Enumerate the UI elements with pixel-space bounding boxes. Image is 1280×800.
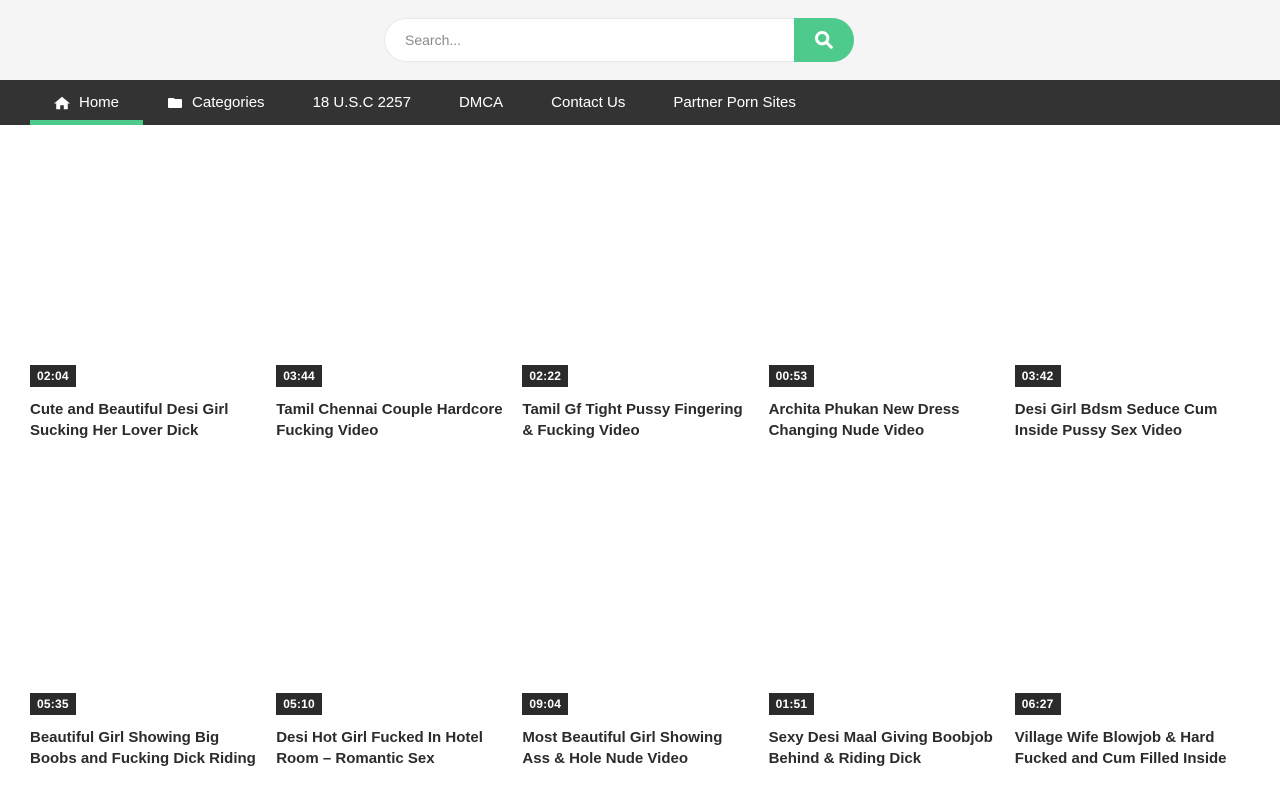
video-card[interactable]: 03:44 Tamil Chennai Couple Hardcore Fuck… xyxy=(276,145,506,441)
search-form xyxy=(384,18,854,62)
video-card[interactable]: 02:22 Tamil Gf Tight Pussy Fingering & F… xyxy=(522,145,752,441)
nav-item-contact-us[interactable]: Contact Us xyxy=(527,80,649,125)
video-thumbnail[interactable]: 06:27 xyxy=(1015,473,1245,718)
video-title[interactable]: Sexy Desi Maal Giving Boobjob Behind & R… xyxy=(769,727,999,769)
video-thumbnail[interactable]: 01:51 xyxy=(769,473,999,718)
duration-badge: 05:35 xyxy=(30,693,76,715)
video-thumbnail[interactable]: 02:22 xyxy=(522,145,752,390)
duration-badge: 06:27 xyxy=(1015,693,1061,715)
video-title[interactable]: Desi Hot Girl Fucked In Hotel Room – Rom… xyxy=(276,727,506,769)
video-thumbnail[interactable]: 02:04 xyxy=(30,145,260,390)
video-title[interactable]: Archita Phukan New Dress Changing Nude V… xyxy=(769,399,999,441)
nav-item-label: Home xyxy=(79,80,119,125)
video-grid: 02:04 Cute and Beautiful Desi Girl Sucki… xyxy=(0,125,1280,769)
duration-badge: 02:22 xyxy=(522,365,568,387)
video-card[interactable]: 05:10 Desi Hot Girl Fucked In Hotel Room… xyxy=(276,473,506,769)
nav-item-home[interactable]: Home xyxy=(30,80,143,125)
duration-badge: 01:51 xyxy=(769,693,815,715)
video-card[interactable]: 09:04 Most Beautiful Girl Showing Ass & … xyxy=(522,473,752,769)
nav-item-dmca[interactable]: DMCA xyxy=(435,80,527,125)
nav-item-partner-sites[interactable]: Partner Porn Sites xyxy=(649,80,820,125)
video-thumbnail[interactable]: 03:44 xyxy=(276,145,506,390)
main-nav: Home Categories 18 U.S.C 2257 DMCA Conta… xyxy=(0,80,1280,125)
video-thumbnail[interactable]: 03:42 xyxy=(1015,145,1245,390)
nav-item-label: DMCA xyxy=(459,80,503,125)
duration-badge: 02:04 xyxy=(30,365,76,387)
video-title[interactable]: Village Wife Blowjob & Hard Fucked and C… xyxy=(1015,727,1245,769)
video-card[interactable]: 03:42 Desi Girl Bdsm Seduce Cum Inside P… xyxy=(1015,145,1245,441)
video-card[interactable]: 01:51 Sexy Desi Maal Giving Boobjob Behi… xyxy=(769,473,999,769)
video-card[interactable]: 00:53 Archita Phukan New Dress Changing … xyxy=(769,145,999,441)
search-icon xyxy=(813,29,835,51)
video-title[interactable]: Tamil Gf Tight Pussy Fingering & Fucking… xyxy=(522,399,752,441)
nav-item-label: Contact Us xyxy=(551,80,625,125)
search-button[interactable] xyxy=(794,18,854,62)
video-title[interactable]: Cute and Beautiful Desi Girl Sucking Her… xyxy=(30,399,260,441)
duration-badge: 00:53 xyxy=(769,365,815,387)
top-header xyxy=(0,0,1280,80)
video-title[interactable]: Most Beautiful Girl Showing Ass & Hole N… xyxy=(522,727,752,769)
video-card[interactable]: 06:27 Village Wife Blowjob & Hard Fucked… xyxy=(1015,473,1245,769)
folder-icon xyxy=(167,95,183,111)
nav-item-label: 18 U.S.C 2257 xyxy=(313,80,411,125)
nav-item-2257[interactable]: 18 U.S.C 2257 xyxy=(289,80,435,125)
video-title[interactable]: Tamil Chennai Couple Hardcore Fucking Vi… xyxy=(276,399,506,441)
video-title[interactable]: Desi Girl Bdsm Seduce Cum Inside Pussy S… xyxy=(1015,399,1245,441)
nav-item-label: Partner Porn Sites xyxy=(673,80,796,125)
video-thumbnail[interactable]: 00:53 xyxy=(769,145,999,390)
video-thumbnail[interactable]: 09:04 xyxy=(522,473,752,718)
duration-badge: 05:10 xyxy=(276,693,322,715)
video-title[interactable]: Beautiful Girl Showing Big Boobs and Fuc… xyxy=(30,727,260,769)
duration-badge: 09:04 xyxy=(522,693,568,715)
video-card[interactable]: 02:04 Cute and Beautiful Desi Girl Sucki… xyxy=(30,145,260,441)
video-card[interactable]: 05:35 Beautiful Girl Showing Big Boobs a… xyxy=(30,473,260,769)
nav-item-label: Categories xyxy=(192,80,265,125)
home-icon xyxy=(54,95,70,111)
duration-badge: 03:42 xyxy=(1015,365,1061,387)
nav-item-categories[interactable]: Categories xyxy=(143,80,289,125)
video-thumbnail[interactable]: 05:10 xyxy=(276,473,506,718)
search-input[interactable] xyxy=(384,18,854,62)
duration-badge: 03:44 xyxy=(276,365,322,387)
video-thumbnail[interactable]: 05:35 xyxy=(30,473,260,718)
